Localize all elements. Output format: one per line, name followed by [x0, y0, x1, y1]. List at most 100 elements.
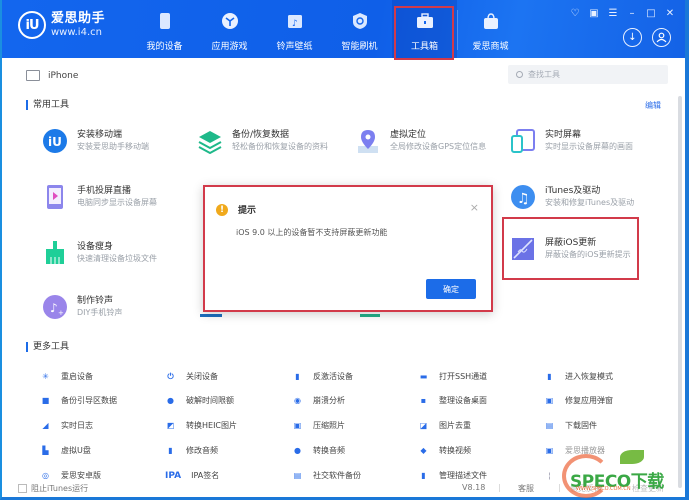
svg-text:♫: ♫ [517, 191, 530, 207]
app-repair-icon: ▣ [545, 396, 554, 405]
more-tool-item[interactable]: ◢ 实时日志 [40, 420, 93, 431]
status-bar: 阻止iTunes运行 V8.18 | 客服 | 意见反馈 检查更新 [2, 478, 685, 497]
video-convert-icon: ◆ [420, 446, 427, 455]
more-tool-label: 下载固件 [565, 421, 597, 430]
shield-refresh-icon [351, 12, 369, 30]
tool-install-mobile[interactable]: iU 安装移动端 安装爱思助手移动端 [42, 128, 149, 154]
ssh-icon: ▬ [419, 372, 428, 381]
more-tool-item[interactable]: ✳ 重启设备 [40, 371, 93, 382]
music-note-icon: ♫ [510, 184, 536, 210]
more-tool-label: 进入恢复模式 [565, 372, 613, 381]
nav-my-device[interactable]: 我的设备 [132, 0, 197, 58]
nav-apps-games[interactable]: 应用游戏 [197, 0, 262, 58]
location-pin-icon [355, 128, 381, 154]
more-tool-item[interactable]: ▮ 修改音频 [165, 445, 218, 456]
tool-virtual-location[interactable]: 虚拟定位 全局修改设备GPS定位信息 [355, 128, 486, 154]
download-icon[interactable]: ↓ [623, 28, 642, 47]
more-tool-label: 虚拟U盘 [61, 446, 91, 455]
more-tool-item[interactable]: ▣ 爱思播放器 [544, 445, 605, 456]
more-tool-item[interactable]: ◩ 转换HEIC图片 [165, 420, 237, 431]
scrollbar[interactable] [678, 96, 682, 488]
more-tool-item[interactable]: ▣ 压缩照片 [292, 420, 345, 431]
more-tool-label: 破解时间限额 [186, 396, 234, 405]
check-update-link[interactable]: 检查更新 [632, 483, 664, 494]
nav-label: 工具箱 [410, 42, 438, 52]
crash-analysis-icon: ◉ [294, 396, 301, 405]
nav-smart-flash[interactable]: 智能刷机 [327, 0, 392, 58]
menu-icon[interactable]: ☰ [608, 8, 618, 19]
warning-icon: ! [216, 203, 228, 216]
more-tool-label: 重启设备 [61, 372, 93, 381]
user-icon[interactable] [652, 28, 671, 47]
toolbox-icon [416, 12, 434, 30]
power-icon: ⏻ [167, 371, 174, 381]
more-tool-item[interactable]: ● 转换音频 [292, 445, 345, 456]
tool-backup-restore[interactable]: 备份/恢复数据 轻松备份和恢复设备的资料 [197, 128, 328, 154]
device-selector[interactable]: iPhone [26, 70, 78, 81]
main-nav: 我的设备 应用游戏 ♪ 铃声壁纸 智能刷机 工具箱 爱思商城 [132, 0, 523, 60]
note-icon[interactable]: ▣ [589, 8, 599, 19]
tool-screen-cast[interactable]: 手机投屏直播 电脑同步显示设备屏幕 [42, 184, 157, 210]
tool-itunes-driver[interactable]: ♫ iTunes及驱动 安装和修复iTunes及驱动 [510, 184, 634, 210]
more-tool-item[interactable]: ▪ 整理设备桌面 [418, 395, 487, 406]
app-logo: iU 爱思助手 www.i4.cn [18, 11, 105, 39]
search-icon [516, 71, 523, 78]
tool-realtime-screen[interactable]: 实时屏幕 实时显示设备屏幕的画面 [510, 128, 633, 154]
feedback-link[interactable]: 意见反馈 [570, 483, 602, 494]
close-icon[interactable]: × [470, 201, 479, 214]
nav-label: 智能刷机 [341, 42, 378, 52]
i4-logo-icon: iU [18, 11, 46, 39]
tool-search-input[interactable]: 查找工具 [508, 65, 668, 84]
more-tool-item[interactable]: ▮ 反激活设备 [292, 371, 353, 382]
more-tool-item[interactable]: ■ 备份引导区数据 [40, 395, 117, 406]
skin-icon[interactable]: ♡ [570, 8, 580, 19]
tool-make-ringtone[interactable]: ♪ + 制作铃声 DIY手机铃声 [42, 294, 122, 320]
more-tool-item[interactable]: ▬ 打开SSH通道 [418, 371, 487, 382]
device-bar: iPhone 查找工具 [2, 58, 685, 92]
more-tool-item[interactable]: ▤ 下载固件 [544, 420, 597, 431]
svg-text:♪: ♪ [292, 19, 298, 29]
more-tool-item[interactable]: ▣ 修复应用弹窗 [544, 395, 613, 406]
close-icon[interactable]: ✕ [665, 8, 675, 19]
more-tool-item[interactable]: ● 破解时间限额 [165, 395, 234, 406]
app-name: 爱思助手 [51, 11, 106, 26]
more-tool-item[interactable]: ◆ 转换视频 [418, 445, 471, 456]
player-icon: ▣ [545, 446, 554, 455]
desktop-grid-icon: ▪ [420, 396, 427, 405]
ok-button[interactable]: 确定 [426, 279, 476, 299]
more-tool-item[interactable]: ▙ 虚拟U盘 [40, 445, 91, 456]
recovery-mode-icon: ▮ [547, 372, 552, 381]
checkbox-icon [18, 484, 27, 493]
more-tool-item[interactable]: ▮ 进入恢复模式 [544, 371, 613, 382]
usb-drive-icon: ▙ [42, 446, 49, 455]
minimize-icon[interactable]: – [627, 8, 637, 19]
audio-convert-icon: ● [294, 446, 301, 455]
leaf-icon [620, 450, 644, 464]
nav-store[interactable]: 爱思商城 [458, 0, 523, 58]
tool-device-slim[interactable]: 设备瘦身 快速清理设备垃圾文件 [42, 240, 157, 266]
more-tool-label: 转换HEIC图片 [186, 421, 238, 430]
more-tool-item[interactable]: ◪ 图片去重 [418, 420, 471, 431]
common-tools-title: 常用工具 [26, 100, 69, 110]
nav-label: 我的设备 [146, 42, 183, 52]
audio-edit-icon: ▮ [168, 446, 173, 455]
nav-toolbox[interactable]: 工具箱 [392, 0, 457, 60]
i4-logo-icon: iU [42, 128, 68, 154]
dialog-title: 提示 [238, 206, 257, 216]
screen-cast-icon [42, 184, 68, 210]
more-tool-item[interactable]: ◉ 崩溃分析 [292, 395, 345, 406]
maximize-icon[interactable]: □ [646, 8, 656, 19]
more-tool-label: 压缩照片 [313, 421, 345, 430]
shopping-bag-icon [482, 12, 500, 30]
more-tool-label: 修复应用弹窗 [565, 396, 613, 405]
nav-ringtones-wallpapers[interactable]: ♪ 铃声壁纸 [262, 0, 327, 58]
heic-convert-icon: ◩ [166, 421, 175, 430]
svg-text:iU: iU [48, 135, 62, 149]
clock-icon: ● [167, 396, 174, 405]
more-tool-item[interactable]: ⏻ 关闭设备 [165, 371, 218, 382]
support-link[interactable]: 客服 [518, 483, 534, 494]
version-label: V8.18 [462, 483, 486, 492]
block-itunes-checkbox[interactable]: 阻止iTunes运行 [18, 483, 88, 494]
photo-dedupe-icon: ◪ [419, 421, 428, 430]
edit-link[interactable]: 编辑 [645, 100, 661, 111]
